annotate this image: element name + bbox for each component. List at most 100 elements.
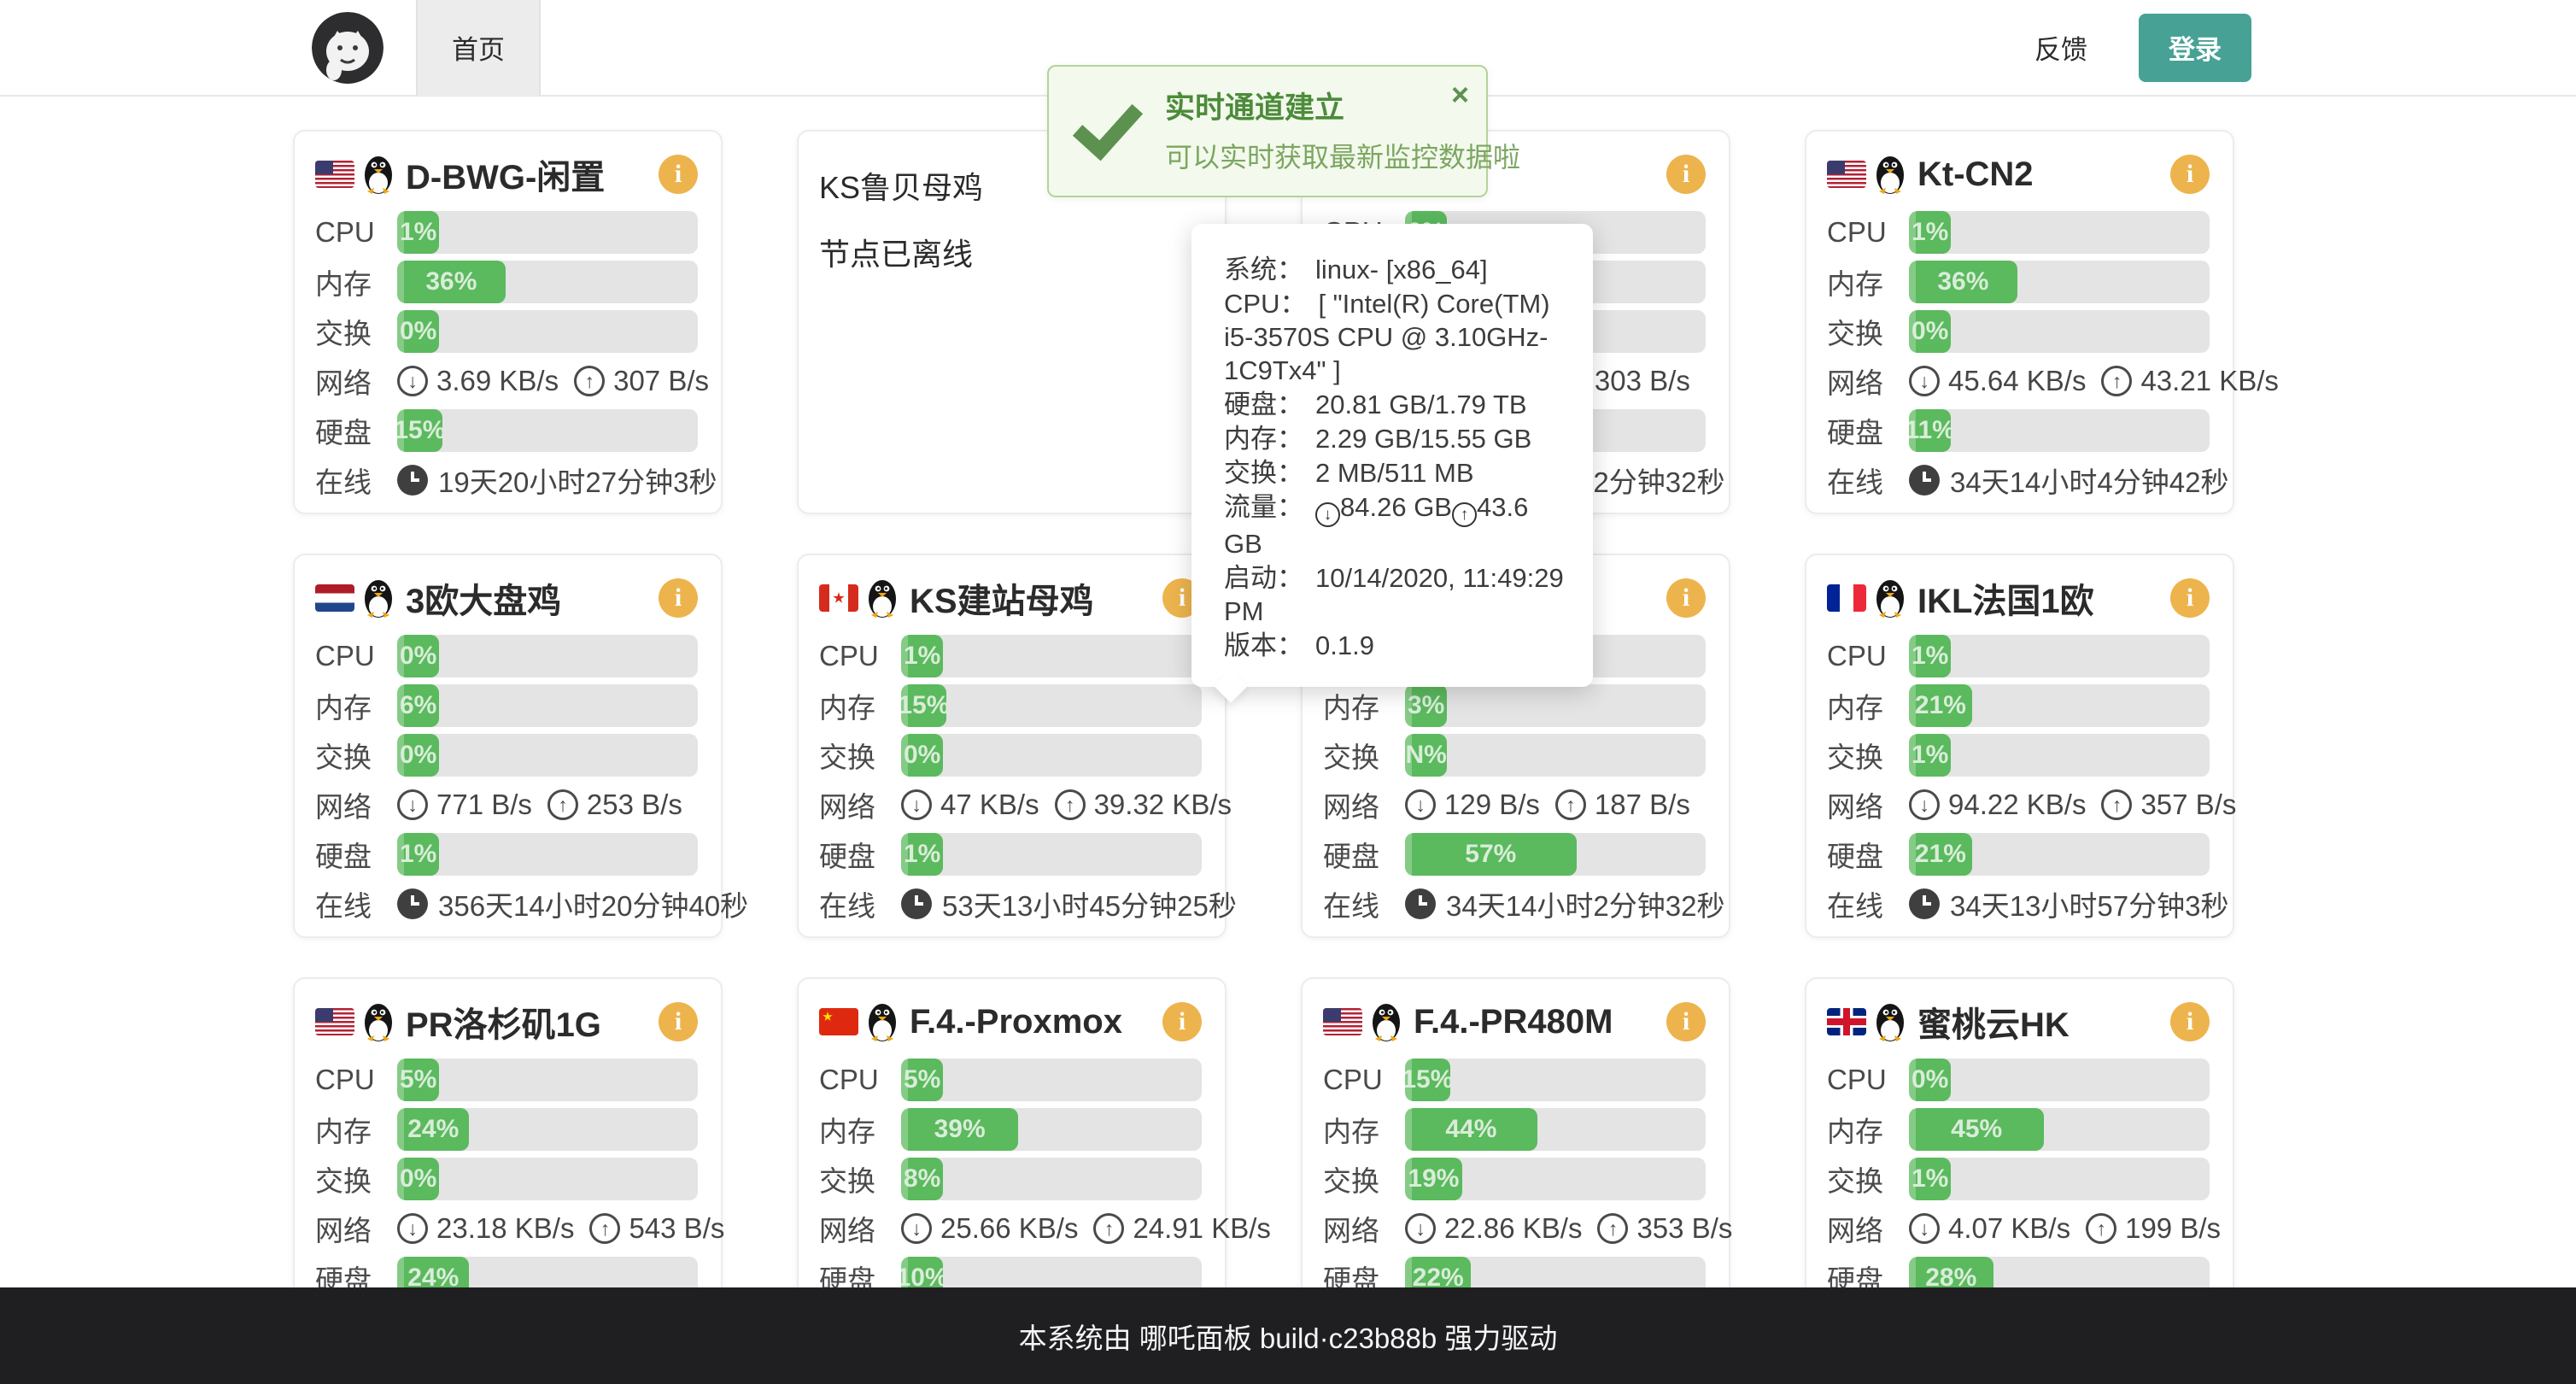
- server-card-header: D-BWG-闲置 i: [315, 150, 698, 199]
- swap-row: 交换 1%: [1827, 1158, 2210, 1200]
- network-upload-value: 253 B/s: [587, 789, 682, 821]
- swap-row: 交换 19%: [1323, 1158, 1706, 1200]
- close-icon[interactable]: ×: [1451, 77, 1469, 113]
- swap-label: 交换: [315, 311, 397, 352]
- memory-bar-track: 45%: [1909, 1108, 2210, 1151]
- info-icon[interactable]: i: [659, 578, 698, 618]
- network-download-value: 45.64 KB/s: [1948, 365, 2086, 397]
- swap-bar-fill: 0%: [901, 734, 943, 777]
- tooltip-system-label: 系统：: [1224, 255, 1303, 284]
- upload-arrow-icon: ↑: [574, 366, 605, 396]
- cpu-row: CPU 0%: [1827, 1059, 2210, 1101]
- tooltip-memory-value: 2.29 GB/15.55 GB: [1315, 424, 1531, 454]
- cpu-label: CPU: [1827, 1064, 1909, 1096]
- swap-bar-track: N%: [1405, 734, 1706, 777]
- memory-row: 内存 36%: [315, 261, 698, 303]
- cpu-bar-track: 0%: [1909, 1059, 2210, 1101]
- memory-label: 内存: [315, 1109, 397, 1150]
- linux-tux-icon: [1873, 578, 1907, 619]
- cpu-bar-track: 15%: [1405, 1059, 1706, 1101]
- network-download-value: 4.07 KB/s: [1948, 1212, 2070, 1245]
- cpu-bar-track: 1%: [901, 635, 1202, 677]
- network-upload-value: 353 B/s: [1636, 1212, 1732, 1245]
- server-name: D-BWG-闲置: [406, 150, 605, 199]
- tooltip-system-line: 系统： linux- [x86_64]: [1224, 253, 1569, 286]
- cpu-label: CPU: [819, 640, 901, 672]
- memory-row: 内存 6%: [315, 684, 698, 727]
- memory-bar-track: 6%: [397, 684, 698, 727]
- disk-bar-track: 21%: [1909, 833, 2210, 876]
- country-flag-icon: [1827, 584, 1866, 612]
- memory-row: 内存 44%: [1323, 1108, 1706, 1151]
- site-logo-avatar[interactable]: [312, 12, 383, 84]
- uptime-value: 19天20小时27分钟3秒: [438, 460, 717, 501]
- info-icon[interactable]: i: [1666, 1002, 1706, 1041]
- tab-home[interactable]: 首页: [416, 0, 541, 96]
- memory-row: 内存 39%: [819, 1108, 1202, 1151]
- memory-row: 内存 15%: [819, 684, 1202, 727]
- swap-bar-track: 0%: [901, 734, 1202, 777]
- network-label: 网络: [819, 1208, 901, 1249]
- network-upload-value: 357 B/s: [2140, 789, 2236, 821]
- info-icon[interactable]: i: [1666, 578, 1706, 618]
- linux-tux-icon: [361, 1001, 395, 1042]
- upload-arrow-icon: ↑: [2086, 1213, 2116, 1244]
- linux-tux-icon: [361, 578, 395, 619]
- swap-label: 交换: [1827, 311, 1909, 352]
- memory-label: 内存: [1827, 685, 1909, 726]
- network-label: 网络: [315, 1208, 397, 1249]
- swap-bar-track: 0%: [397, 1158, 698, 1200]
- memory-label: 内存: [315, 261, 397, 302]
- memory-bar-fill: 24%: [397, 1108, 469, 1151]
- server-card: D-BWG-闲置 i D-BWG-闲置 CPU 1% 内存 36% 交换: [293, 130, 723, 514]
- swap-bar-track: 0%: [1909, 310, 2210, 353]
- uptime-row: 在线 356天14小时20分钟40秒: [315, 883, 698, 925]
- info-icon[interactable]: i: [2170, 1002, 2210, 1041]
- info-icon[interactable]: i: [2170, 155, 2210, 194]
- info-icon[interactable]: i: [1666, 155, 1706, 194]
- traffic-upload-icon: ↑: [1452, 502, 1477, 527]
- network-upload-value: 43.21 KB/s: [2140, 365, 2278, 397]
- disk-bar-track: 1%: [397, 833, 698, 876]
- info-icon[interactable]: i: [2170, 578, 2210, 618]
- linux-tux-icon: [1369, 1001, 1403, 1042]
- tooltip-system-value: linux- [x86_64]: [1315, 255, 1488, 284]
- download-arrow-icon: ↓: [1909, 789, 1940, 820]
- cpu-bar-fill: 5%: [901, 1059, 943, 1101]
- cpu-bar-fill: 1%: [1909, 635, 1951, 677]
- swap-bar-fill: 1%: [1909, 1158, 1951, 1200]
- network-upload-value: 24.91 KB/s: [1133, 1212, 1270, 1245]
- memory-label: 内存: [315, 685, 397, 726]
- disk-bar-track: 1%: [901, 833, 1202, 876]
- swap-label: 交换: [315, 1158, 397, 1199]
- info-icon[interactable]: i: [1162, 1002, 1202, 1041]
- cpu-bar-fill: 1%: [901, 635, 943, 677]
- swap-label: 交换: [1827, 735, 1909, 776]
- network-label: 网络: [315, 784, 397, 825]
- swap-row: 交换 0%: [315, 734, 698, 777]
- country-flag-icon: [315, 1008, 354, 1035]
- network-download-value: 771 B/s: [436, 789, 532, 821]
- server-stats: CPU 1% 内存 36% 交换 0% 网络 ↓ 45.64 KB/: [1827, 211, 2210, 501]
- network-download-value: 22.86 KB/s: [1444, 1212, 1582, 1245]
- tooltip-version-label: 版本：: [1224, 630, 1303, 660]
- disk-bar-fill: 15%: [397, 409, 442, 452]
- upload-arrow-icon: ↑: [589, 1213, 620, 1244]
- info-icon[interactable]: i: [659, 155, 698, 194]
- info-icon[interactable]: i: [659, 1002, 698, 1041]
- uptime-row: 在线 34天14小时2分钟32秒: [1323, 883, 1706, 925]
- linux-tux-icon: [1873, 1001, 1907, 1042]
- feedback-link[interactable]: 反馈: [2034, 28, 2087, 67]
- network-label: 网络: [819, 784, 901, 825]
- network-upload-value: 39.32 KB/s: [1094, 789, 1232, 821]
- swap-bar-fill: 8%: [901, 1158, 943, 1200]
- swap-bar-fill: 0%: [397, 1158, 439, 1200]
- disk-row: 硬盘 1%: [819, 833, 1202, 876]
- cpu-row: CPU 1%: [1827, 635, 2210, 677]
- tooltip-swap-label: 交换：: [1224, 458, 1303, 488]
- swap-label: 交换: [1323, 735, 1405, 776]
- upload-arrow-icon: ↑: [2101, 366, 2132, 396]
- network-row: 网络 ↓ 129 B/s ↑ 187 B/s: [1323, 783, 1706, 826]
- login-button[interactable]: 登录: [2139, 14, 2251, 82]
- uptime-label: 在线: [1323, 883, 1405, 924]
